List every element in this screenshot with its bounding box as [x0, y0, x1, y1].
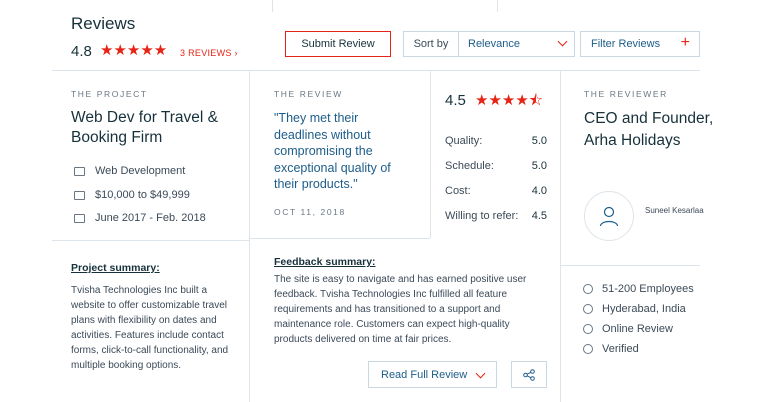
feedback-summary-text: The site is easy to navigate and has ear… [274, 274, 527, 345]
score-label: Schedule: [445, 160, 494, 172]
employees-text: 51-200 Employees [602, 283, 694, 295]
dates-text: June 2017 - Feb. 2018 [95, 212, 206, 224]
chevron-down-icon [557, 36, 568, 47]
filter-label: Filter Reviews [591, 38, 661, 50]
budget-text: $10,000 to $49,999 [95, 189, 190, 201]
user-icon [599, 206, 619, 227]
score-value: 4.0 [531, 185, 547, 197]
score-value: 4.5 [531, 210, 547, 222]
review-section-label: THE REVIEW [274, 89, 343, 99]
score-label: Quality: [445, 135, 483, 147]
project-budget: $10,000 to $49,999 [74, 189, 190, 201]
project-summary-text: Tvisha Technologies Inc built a website … [71, 285, 229, 371]
read-full-review-button[interactable]: Read Full Review [368, 361, 497, 388]
project-dates: June 2017 - Feb. 2018 [74, 212, 206, 224]
score-value: 5.0 [531, 135, 547, 147]
reviewer-employees: 51-200 Employees [583, 283, 694, 295]
reviewer-location: Hyderabad, India [583, 303, 686, 315]
overall-rating: 4.8 [71, 43, 92, 60]
location-text: Hyderabad, India [602, 303, 686, 315]
divider [250, 238, 430, 239]
feedback-summary-title: Feedback summary: [274, 256, 376, 268]
reviewer-verified: Verified [583, 343, 639, 355]
verified-text: Verified [602, 343, 639, 355]
chevron-down-icon [475, 368, 486, 379]
divider [249, 70, 250, 402]
sort-control: Sort by Relevance [403, 31, 575, 57]
project-category: Web Development [74, 165, 185, 177]
divider [560, 70, 561, 402]
location-pin-icon [583, 304, 593, 314]
sort-select[interactable]: Relevance [459, 32, 574, 56]
filter-reviews-button[interactable]: Filter Reviews + [580, 31, 700, 57]
project-name: Web Dev for Travel & Booking Firm [71, 109, 219, 146]
project-section-label: THE PROJECT [71, 89, 148, 99]
divider [272, 0, 273, 12]
rating-stars: ★★★★★ [100, 42, 168, 59]
sort-value: Relevance [468, 38, 520, 50]
page-title: Reviews [71, 14, 136, 33]
divider [52, 70, 700, 71]
review-date: OCT 11, 2018 [274, 207, 346, 217]
score-label: Cost: [445, 185, 471, 197]
plus-icon: + [680, 34, 690, 51]
review-stars: ★★★★⯪ [475, 92, 543, 109]
project-summary-title: Project summary: [71, 262, 160, 274]
category-text: Web Development [95, 165, 186, 177]
person-icon [583, 284, 593, 294]
score-row-schedule: Schedule: 5.0 [445, 160, 547, 172]
review-score: 4.5 [445, 92, 466, 109]
score-value: 5.0 [531, 160, 547, 172]
score-row-cost: Cost: 4.0 [445, 185, 547, 197]
chat-bubble-icon [583, 324, 593, 334]
tag-icon [74, 190, 85, 200]
submit-review-button[interactable]: Submit Review [285, 31, 391, 57]
divider [52, 240, 249, 241]
share-icon [523, 368, 535, 381]
share-button[interactable] [511, 361, 547, 388]
reviewer-name: Suneel Kesarlaa [645, 206, 704, 215]
monitor-icon [74, 166, 85, 176]
read-full-review-label: Read Full Review [381, 368, 468, 381]
reviews-count-link[interactable]: 3 REVIEWS › [180, 48, 238, 58]
divider [430, 70, 431, 238]
review-type-text: Online Review [602, 323, 673, 335]
reviewer-title: CEO and Founder, Arha Holidays [584, 110, 714, 149]
check-circle-icon [583, 344, 593, 354]
reviewer-section-label: THE REVIEWER [584, 89, 668, 99]
score-row-refer: Willing to refer: 4.5 [445, 210, 547, 222]
score-row-quality: Quality: 5.0 [445, 135, 547, 147]
review-quote: "They met their deadlines without compro… [274, 111, 391, 191]
avatar [584, 191, 634, 241]
calendar-icon [74, 213, 85, 223]
sort-label: Sort by [404, 32, 459, 56]
reviewer-review-type: Online Review [583, 323, 673, 335]
divider [497, 0, 498, 12]
score-label: Willing to refer: [445, 210, 519, 222]
divider [561, 265, 700, 266]
